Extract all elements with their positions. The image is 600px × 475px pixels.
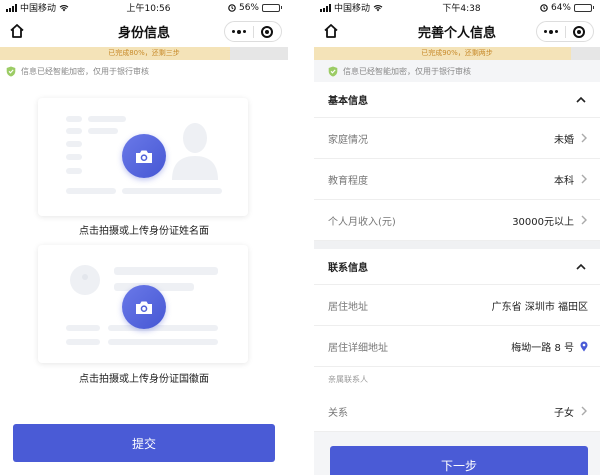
row-label: 教育程度 [328,175,368,187]
progress-bar: 已完成80%，还剩三步 [0,47,288,60]
placeholder-line [114,267,218,275]
placeholder-line [108,325,218,331]
id-front-caption: 点击拍摄或上传身份证姓名面 [79,226,209,237]
page-title: 身份信息 [117,25,170,41]
battery-percent: 64% [550,2,571,13]
shield-icon [6,66,16,76]
signal-icon [6,3,17,12]
battery-percent: 56% [238,2,259,13]
home-icon[interactable] [8,22,26,40]
status-bar: 中国移动 下午4:38 64% [314,0,600,15]
basic-info-header[interactable]: 基本信息 [314,82,600,118]
next-step-button[interactable]: 下一步 [330,446,588,475]
monthly-income-row[interactable]: 个人月收入(元) 30000元以上 [314,200,600,241]
placeholder-line [108,339,218,345]
contact-info-header[interactable]: 联系信息 [314,249,600,285]
battery-icon [262,3,282,12]
relatives-contact-subheader: 亲属联系人 [314,367,600,391]
chevron-right-icon [581,215,587,225]
placeholder-line [66,168,82,174]
chevron-right-icon [581,133,587,143]
row-value: 未婚 [554,134,574,146]
national-emblem-icon [70,265,100,295]
row-label: 个人月收入(元) [328,216,396,228]
detail-address-row[interactable]: 居住详细地址 梅坳一路 8 号 [314,326,600,367]
camera-button[interactable] [122,285,166,329]
id-back-caption: 点击拍摄或上传身份证国徽面 [79,374,209,385]
identity-info-screen: 中国移动 上午10:56 56% 身份信息 已完成80%，还剩三步 信息已经智能… [0,0,288,475]
alarm-icon [540,4,548,12]
location-pin-icon[interactable] [580,341,588,352]
status-bar: 中国移动 上午10:56 56% [0,0,288,15]
secure-notice-text: 信息已经智能加密，仅用于银行审核 [21,66,149,76]
education-row[interactable]: 教育程度 本科 [314,159,600,200]
chevron-right-icon [581,406,587,416]
secure-notice: 信息已经智能加密，仅用于银行审核 [314,60,600,82]
secure-notice: 信息已经智能加密，仅用于银行审核 [0,60,288,82]
close-mini-program-icon[interactable] [254,25,281,38]
placeholder-line [66,188,116,194]
row-value: 30000元以上 [512,216,574,228]
nav-bar: 完善个人信息 [314,15,600,47]
id-back-upload-card[interactable] [38,245,248,363]
id-front-upload-card[interactable] [38,98,248,216]
row-label: 居住地址 [328,301,368,313]
relation-row[interactable]: 关系 子女 [314,391,600,432]
placeholder-line [122,188,222,194]
placeholder-line [66,141,82,147]
mini-program-capsule [224,21,282,42]
wifi-icon [59,4,69,11]
row-label: 居住详细地址 [328,342,388,354]
camera-icon [136,301,152,314]
camera-button[interactable] [122,134,166,178]
section-divider [314,241,600,249]
wifi-icon [373,4,383,11]
submit-button[interactable]: 提交 [13,424,275,462]
section-title: 联系信息 [328,263,368,274]
carrier-label: 中国移动 [20,4,57,14]
more-icon[interactable] [225,22,253,41]
carrier-label: 中国移动 [334,4,371,14]
chevron-up-icon[interactable] [576,263,586,270]
placeholder-line [66,325,100,331]
family-status-row[interactable]: 家庭情况 未婚 [314,118,600,159]
placeholder-line [66,154,82,160]
close-mini-program-icon[interactable] [566,25,593,38]
placeholder-line [88,116,126,122]
clock: 上午10:56 [126,4,171,14]
placeholder-line [88,128,118,134]
residence-address-row[interactable]: 居住地址 广东省 深圳市 福田区 [314,285,600,326]
home-icon[interactable] [322,22,340,40]
signal-icon [320,3,331,12]
mini-program-capsule [536,21,594,42]
row-value: 子女 [554,407,574,419]
row-value: 广东省 深圳市 福田区 [491,301,588,313]
chevron-right-icon [581,174,587,184]
more-icon[interactable] [537,22,565,41]
row-label: 关系 [328,407,348,419]
portrait-silhouette-icon [172,123,218,180]
placeholder-line [66,128,82,134]
section-title: 基本信息 [328,96,368,107]
chevron-up-icon[interactable] [576,96,586,103]
alarm-icon [228,4,236,12]
screen-gap [288,0,314,475]
row-label: 家庭情况 [328,134,368,146]
secure-notice-text: 信息已经智能加密，仅用于银行审核 [343,66,471,76]
shield-icon [328,66,338,76]
progress-text: 已完成90%，还剩两步 [421,49,493,57]
personal-info-screen: 中国移动 下午4:38 64% 完善个人信息 已完成90%，还剩两步 信息已经智… [314,0,600,475]
clock: 下午4:38 [442,4,481,14]
nav-bar: 身份信息 [0,15,288,47]
camera-icon [136,150,152,163]
placeholder-line [66,116,82,122]
placeholder-line [66,339,100,345]
row-value: 梅坳一路 8 号 [511,342,574,354]
battery-icon [574,3,594,12]
progress-text: 已完成80%，还剩三步 [108,49,180,57]
progress-bar: 已完成90%，还剩两步 [314,47,600,60]
row-value: 本科 [554,175,574,187]
page-title: 完善个人信息 [417,25,496,41]
